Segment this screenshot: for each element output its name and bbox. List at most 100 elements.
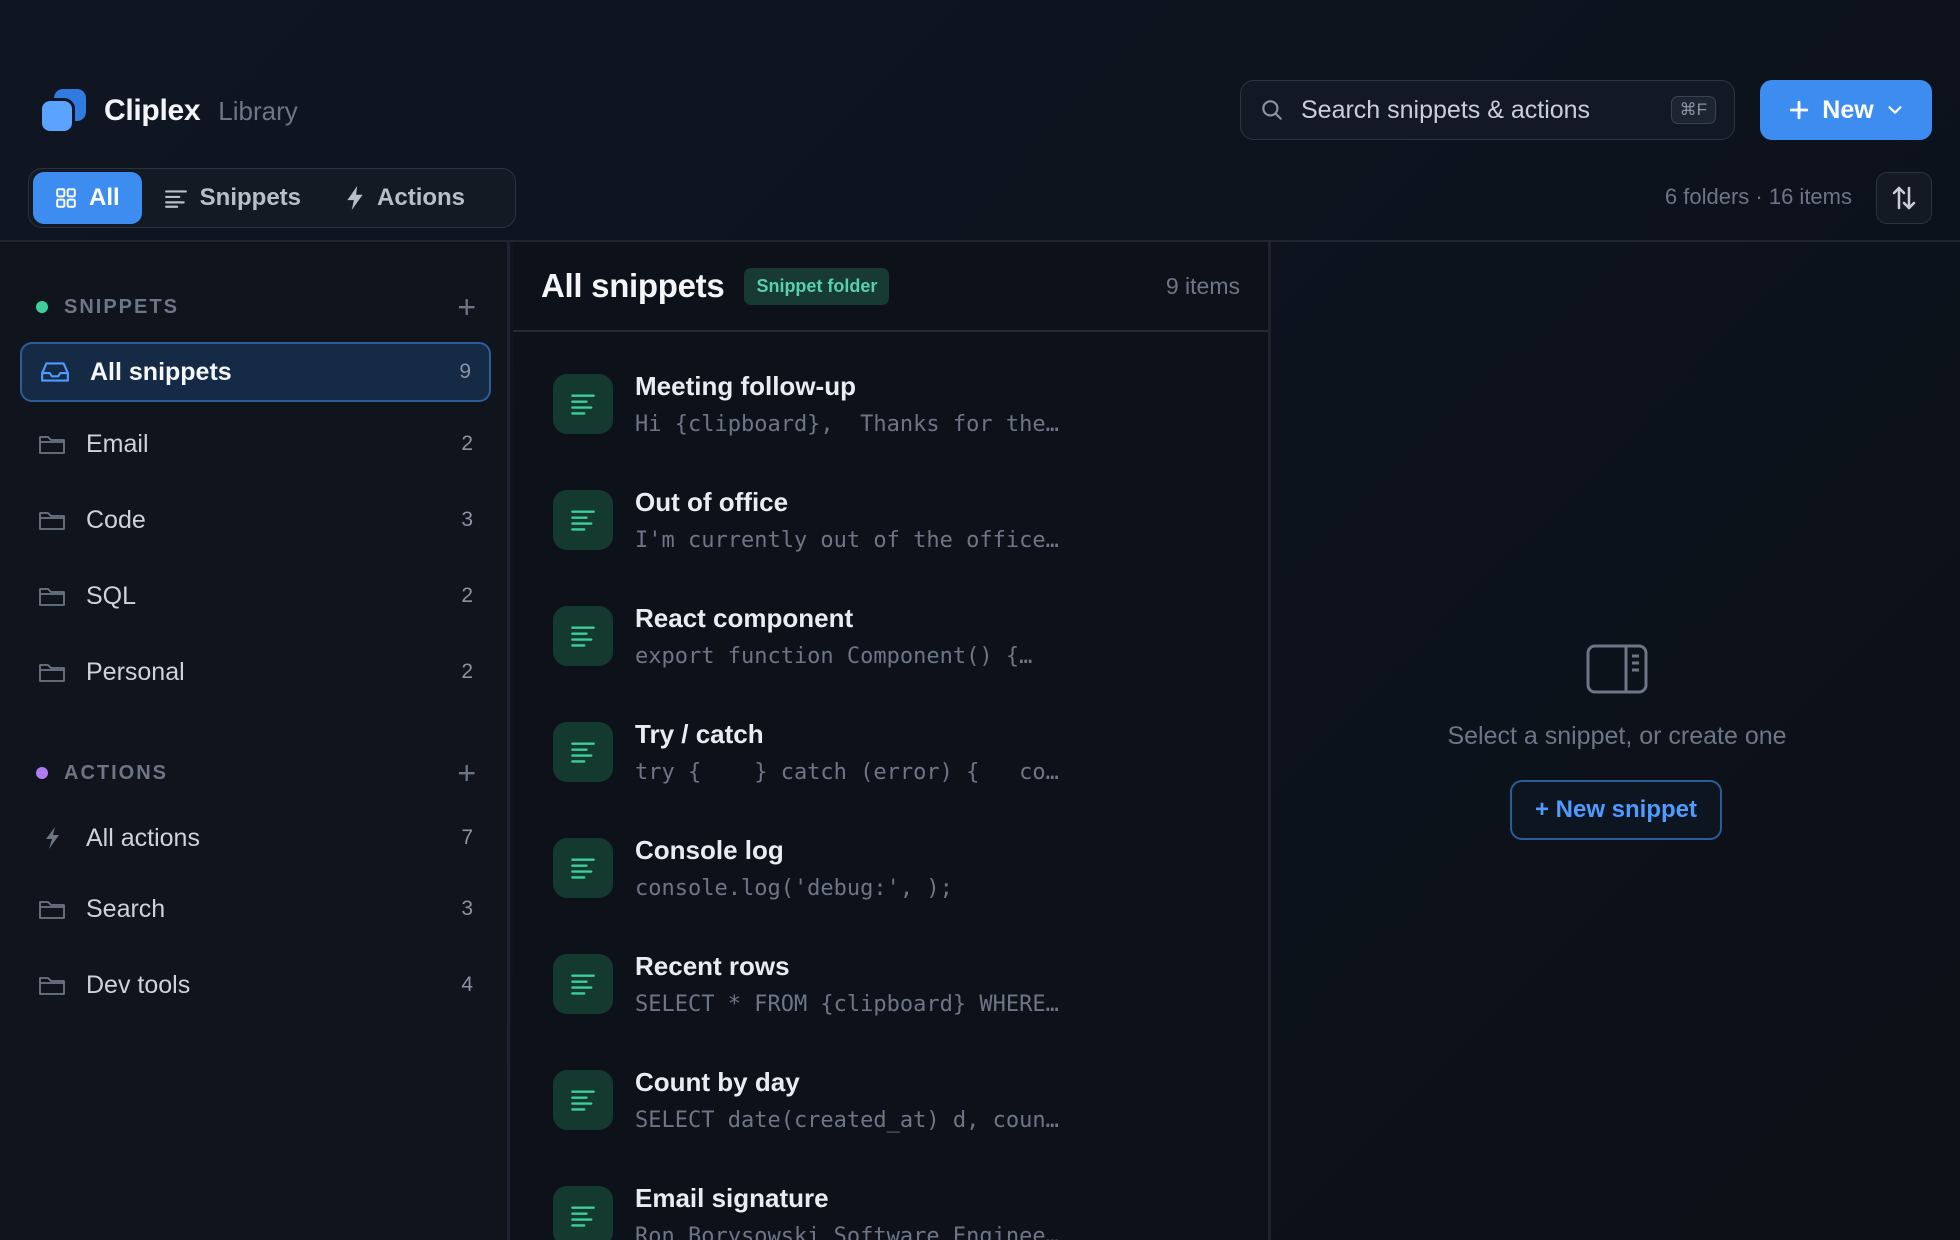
app-logo [40,87,88,135]
app-name: Cliplex [104,94,201,127]
snippet-preview: Hi {clipboard}, Thanks for the… [635,412,1059,437]
list-item[interactable]: Console log console.log('debug:', ); [553,828,1253,908]
search-shortcut: ⌘F [1670,96,1716,124]
add-action-folder-button[interactable]: + [457,757,476,789]
folder-icon [39,512,65,530]
new-snippet-label: + New snippet [1534,796,1698,823]
snippet-title: Out of office [635,487,789,517]
view-tabs: All Snippets Actions [28,168,516,228]
snippet-icon [553,374,613,434]
snippet-icon [553,1186,613,1240]
sidebar-item-personal[interactable]: Personal 2 [20,642,491,702]
sidebar-item-sql[interactable]: SQL 2 [20,566,491,626]
sidebar-item-dev-tools[interactable]: Dev tools 4 [20,955,491,1015]
snippet-icon [553,722,613,782]
list-item[interactable]: Meeting follow-up Hi {clipboard}, Thanks … [553,364,1253,444]
list-item[interactable]: Out of office I'm currently out of the of… [553,480,1253,560]
add-snippet-folder-button[interactable]: + [457,291,476,323]
snippet-title: Console log [635,835,784,865]
sidebar-item-label: Code [86,505,146,534]
snippet-preview: I'm currently out of the office… [635,528,1059,553]
folder-icon [39,436,65,454]
sidebar-item-label: All actions [86,823,200,852]
snippet-icon [553,954,613,1014]
empty-state-text: Select a snippet, or create one [1447,722,1787,750]
tab-actions[interactable]: Actions [323,172,487,224]
chevron-down-icon[interactable] [1886,101,1904,119]
snippet-preview: try { } catch (error) { co… [635,760,1059,785]
new-button-label: New [1822,95,1874,124]
bolt-icon [46,827,59,849]
snippet-title: Try / catch [635,719,764,749]
actions-section-header: ACTIONS + [36,757,476,789]
lines-icon [164,190,187,208]
list-header: All snippets Snippet folder 9 items [513,242,1268,332]
snippet-title: Recent rows [635,951,790,981]
snippet-preview: console.log('debug:', ); [635,876,953,901]
snippet-title: Email signature [635,1183,829,1213]
snippets-section-dot [36,301,48,313]
sidebar-item-label: SQL [86,581,137,610]
sidebar-item-count: 2 [461,660,473,683]
snippet-icon [553,490,613,550]
snippet-preview: Ron Borysowski Software Enginee… [635,1224,1059,1240]
tab-all[interactable]: All [33,172,142,224]
list-title: All snippets [541,267,725,304]
list-item[interactable]: React component export function Component… [553,596,1253,676]
sidebar-item-all-snippets[interactable]: All snippets 9 [20,342,491,402]
sidebar-item-count: 3 [461,897,473,920]
bolt-icon [347,186,363,210]
new-snippet-button[interactable]: + New snippet [1510,780,1722,840]
search-placeholder: Search snippets & actions [1301,95,1591,124]
sidebar-item-label: Personal [86,657,185,686]
list-item-count: 9 items [1165,272,1240,299]
sidebar-item-count: 2 [461,584,473,607]
sidebar-item-search[interactable]: Search 3 [20,879,491,939]
snippet-title: Meeting follow-up [635,371,856,401]
sidebar-item-count: 4 [461,973,473,996]
list-item[interactable]: Recent rows SELECT * FROM {clipboard} WHE… [553,944,1253,1024]
snippet-icon [553,606,613,666]
folder-type-badge: Snippet folder [744,267,890,305]
snippet-list-panel: All snippets Snippet folder 9 items Meet… [513,242,1271,1240]
inbox-icon [41,362,69,382]
sort-icon [1892,186,1916,210]
panel-icon [1586,644,1648,694]
sidebar-item-all-actions[interactable]: All actions 7 [20,808,491,868]
sidebar-item-label: All snippets [90,357,232,386]
actions-section-dot [36,767,48,779]
sidebar-item-code[interactable]: Code 3 [20,490,491,550]
sidebar-item-email[interactable]: Email 2 [20,414,491,474]
tab-actions-label: Actions [377,184,466,211]
sidebar-item-count: 3 [461,508,473,531]
snippet-title: Count by day [635,1067,800,1097]
sidebar-item-label: Email [86,429,149,458]
sidebar: SNIPPETS + All snippets 9 Email 2 Code 3… [0,242,510,1240]
tab-snippets[interactable]: Snippets [142,172,323,224]
library-stats: 6 folders · 16 items [1664,184,1852,209]
folder-icon [39,901,65,919]
folder-icon [39,977,65,995]
new-button[interactable]: New [1760,80,1932,140]
sidebar-item-label: Search [86,894,166,923]
snippet-preview: SELECT * FROM {clipboard} WHERE… [635,992,1059,1017]
sort-button[interactable] [1876,172,1932,224]
list-item[interactable]: Try / catch try { } catch (error) { co… [553,712,1253,792]
snippet-preview: export function Component() {… [635,644,1033,669]
sidebar-item-count: 7 [461,826,473,849]
app-brand: Cliplex Library [40,86,298,136]
search-icon [1262,100,1282,120]
search-input[interactable]: Search snippets & actions ⌘F [1240,80,1735,140]
folder-icon [39,588,65,606]
sidebar-item-count: 9 [459,360,471,383]
tab-snippets-label: Snippets [199,184,302,211]
detail-panel: Select a snippet, or create one + New sn… [1274,242,1960,1240]
grid-icon [56,188,76,208]
list-item[interactable]: Count by day SELECT date(created_at) d, c… [553,1060,1253,1140]
snippets-section-header: SNIPPETS + [36,291,476,323]
list-item[interactable]: Email signature Ron Borysowski Software E… [553,1176,1253,1240]
snippets-section-title: SNIPPETS [64,295,179,318]
folder-icon [39,664,65,682]
actions-section-title: ACTIONS [64,761,168,784]
sidebar-item-count: 2 [461,432,473,455]
